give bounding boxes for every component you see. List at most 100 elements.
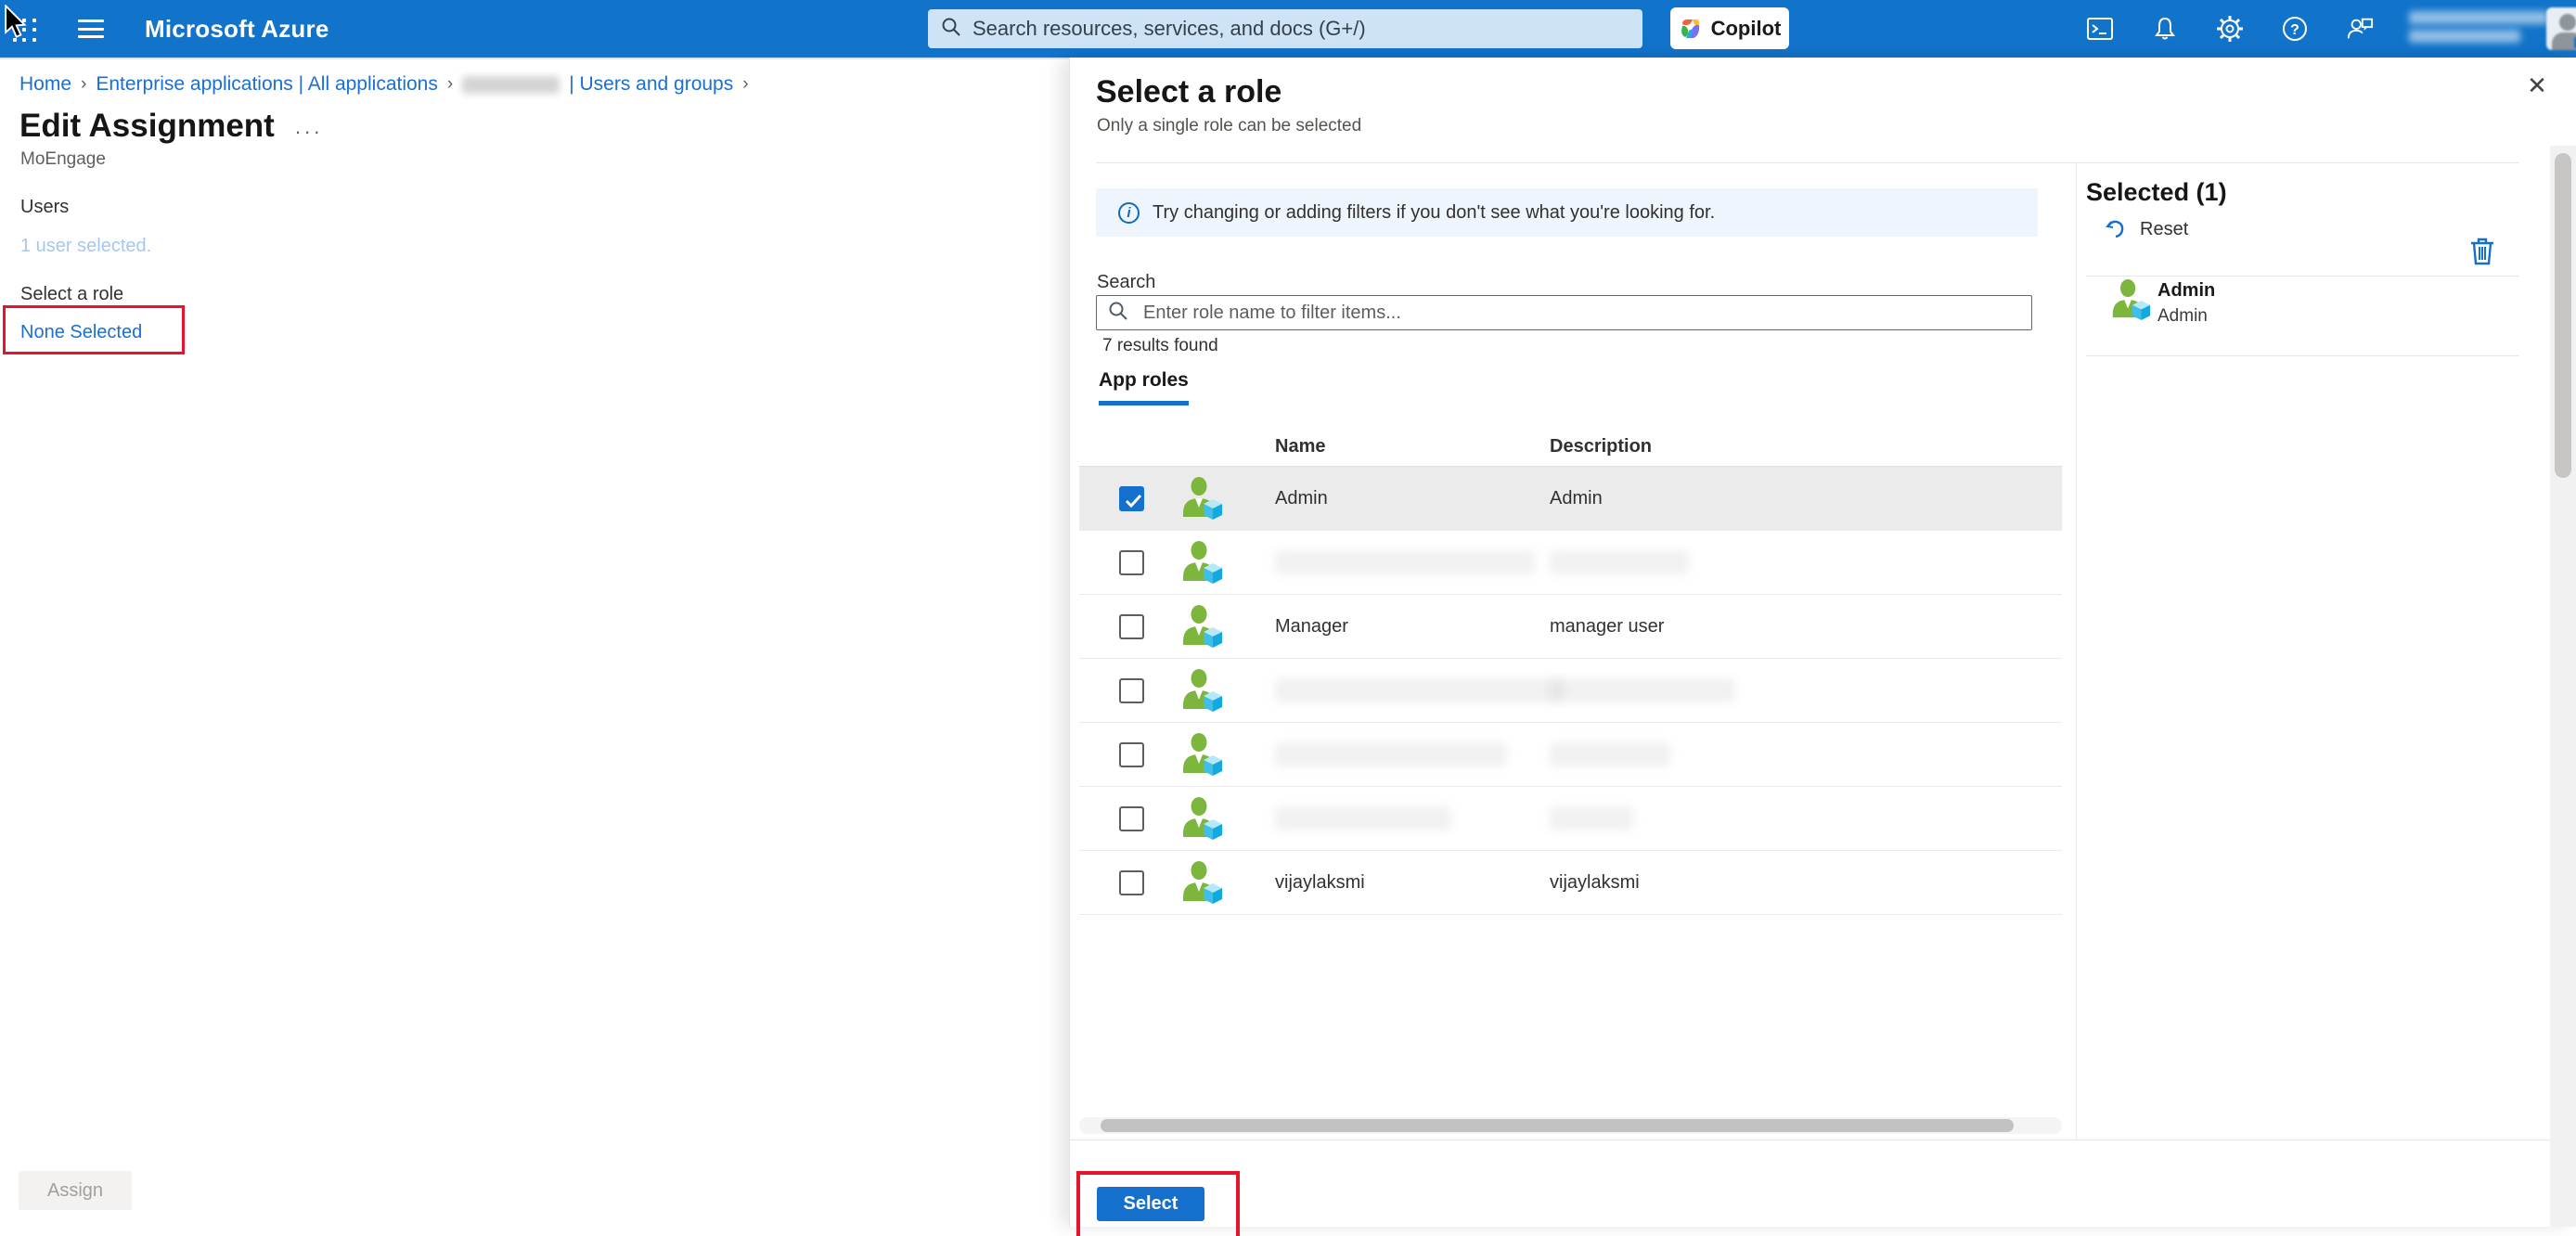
table-row[interactable]: Admin Admin	[1079, 467, 2062, 531]
horizontal-scrollbar-thumb[interactable]	[1101, 1119, 2014, 1132]
role-filter-placeholder: Enter role name to filter items...	[1143, 303, 1401, 324]
row-checkbox[interactable]	[1119, 742, 1144, 767]
panel-vertical-divider	[2076, 162, 2077, 1139]
assign-button[interactable]: Assign	[19, 1171, 132, 1210]
info-banner: i Try changing or adding filters if you …	[1096, 188, 2038, 237]
table-row[interactable]	[1079, 531, 2062, 595]
results-count: 7 results found	[1102, 336, 1218, 356]
selected-item-description: Admin	[2157, 306, 2208, 327]
reset-button[interactable]: Reset	[2105, 218, 2188, 240]
role-name: Admin	[1275, 488, 1328, 509]
redacted-role-description	[1550, 806, 1633, 830]
row-checkbox[interactable]	[1119, 486, 1144, 511]
role-description: vijaylaksmi	[1550, 872, 1640, 894]
page-title-ellipsis-menu[interactable]: ...	[295, 115, 323, 139]
role-filter-input[interactable]: Enter role name to filter items...	[1096, 295, 2032, 330]
breadcrumb-enterprise-apps[interactable]: Enterprise applications | All applicatio…	[96, 73, 438, 96]
global-search-input[interactable]: Search resources, services, and docs (G+…	[928, 9, 1642, 48]
tab-app-roles[interactable]: App roles	[1099, 369, 1189, 406]
top-bar-icons: ?	[2086, 0, 2374, 58]
remove-trash-icon[interactable]	[2468, 237, 2496, 266]
product-title: Microsoft Azure	[145, 15, 329, 44]
redacted-role-name	[1275, 806, 1451, 830]
breadcrumb: Home › Enterprise applications | All app…	[19, 73, 749, 96]
breadcrumb-users-groups[interactable]: | Users and groups	[569, 73, 733, 96]
app-role-icon	[1179, 860, 1223, 905]
breadcrumb-redacted-app-name	[462, 76, 560, 94]
notifications-bell-icon[interactable]	[2151, 15, 2179, 43]
table-header: Name Description	[1069, 429, 2062, 466]
svg-text:?: ?	[2290, 22, 2299, 38]
footer-divider	[1069, 1139, 2576, 1140]
redacted-role-description	[1550, 550, 1689, 574]
redacted-role-description	[1550, 742, 1670, 766]
global-search-placeholder: Search resources, services, and docs (G+…	[972, 17, 1366, 41]
breadcrumb-home[interactable]: Home	[19, 73, 71, 96]
search-label: Search	[1097, 272, 1155, 293]
role-name: vijaylaksmi	[1275, 872, 1365, 894]
page-title: Edit Assignment	[19, 108, 275, 145]
flyout-subtitle: Only a single role can be selected	[1097, 116, 1361, 136]
account-info-redacted[interactable]	[2409, 11, 2548, 48]
copilot-icon	[1679, 17, 1703, 41]
reset-undo-icon	[2105, 218, 2127, 240]
table-row[interactable]: vijaylaksmi vijaylaksmi	[1079, 851, 2062, 915]
column-header-description: Description	[1550, 436, 1652, 457]
help-icon[interactable]: ?	[2281, 15, 2309, 43]
row-checkbox[interactable]	[1119, 614, 1144, 639]
feedback-icon[interactable]	[2346, 15, 2374, 43]
red-annotation-box-none-selected	[3, 305, 185, 354]
role-table-body: Admin Admin	[1079, 467, 2062, 915]
app-role-icon	[1179, 796, 1223, 841]
breadcrumb-separator: ›	[447, 74, 453, 95]
app-role-icon	[1179, 732, 1223, 777]
copilot-button[interactable]: Copilot	[1670, 7, 1789, 49]
role-name: Manager	[1275, 616, 1348, 637]
divider	[1096, 162, 2519, 163]
close-icon[interactable]: ✕	[2522, 71, 2552, 100]
info-banner-text: Try changing or adding filters if you do…	[1153, 202, 1715, 224]
reset-label: Reset	[2140, 219, 2188, 240]
selected-item-name: Admin	[2157, 280, 2215, 302]
app-role-icon	[1179, 540, 1223, 585]
redacted-role-name	[1275, 550, 1535, 574]
row-checkbox[interactable]	[1119, 550, 1144, 575]
users-label: Users	[20, 197, 69, 218]
redacted-role-name	[1275, 678, 1563, 702]
search-icon	[1108, 301, 1128, 326]
page-subtitle: MoEngage	[20, 149, 106, 170]
table-row[interactable]: Manager manager user	[1079, 595, 2062, 659]
settings-gear-icon[interactable]	[2216, 15, 2244, 43]
column-header-name: Name	[1275, 436, 1325, 457]
select-role-label: Select a role	[20, 284, 123, 305]
role-description: manager user	[1550, 616, 1664, 637]
users-selected-link[interactable]: 1 user selected.	[20, 236, 151, 257]
divider	[2086, 276, 2519, 277]
row-checkbox[interactable]	[1119, 870, 1144, 895]
search-icon	[941, 17, 961, 42]
hamburger-menu-icon[interactable]	[78, 19, 104, 38]
cloud-shell-icon[interactable]	[2086, 15, 2114, 43]
table-row[interactable]	[1079, 787, 2062, 851]
select-button[interactable]: Select	[1097, 1187, 1204, 1221]
copilot-label: Copilot	[1711, 17, 1782, 41]
redacted-role-name	[1275, 742, 1507, 766]
flyout-title: Select a role	[1096, 74, 1282, 110]
avatar-person-icon	[2552, 32, 2576, 50]
row-checkbox[interactable]	[1119, 678, 1144, 703]
selected-app-role-icon	[2108, 278, 2151, 321]
table-row[interactable]	[1079, 659, 2062, 723]
role-description: Admin	[1550, 488, 1603, 509]
selected-panel-title: Selected (1)	[2086, 178, 2227, 207]
account-avatar[interactable]	[2546, 7, 2576, 50]
app-role-icon	[1179, 604, 1223, 649]
info-icon: i	[1118, 202, 1140, 224]
breadcrumb-separator: ›	[81, 74, 86, 95]
vertical-scrollbar-thumb[interactable]	[2555, 153, 2571, 478]
table-row[interactable]	[1079, 723, 2062, 787]
row-checkbox[interactable]	[1119, 806, 1144, 831]
breadcrumb-separator: ›	[742, 74, 748, 95]
divider	[2086, 355, 2519, 356]
redacted-role-description	[1550, 678, 1735, 702]
app-role-icon	[1179, 476, 1223, 521]
